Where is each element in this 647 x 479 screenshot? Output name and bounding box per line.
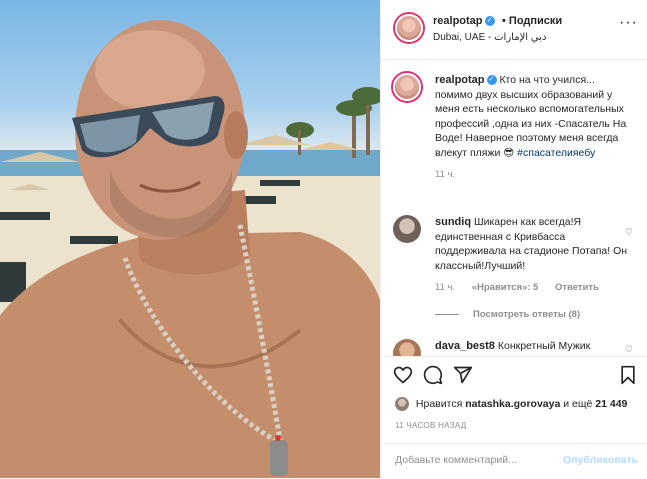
selfie-beach-image xyxy=(0,20,380,478)
view-replies-button[interactable]: Посмотреть ответы (8) xyxy=(435,309,580,320)
liker-avatar[interactable] xyxy=(395,397,409,411)
comment-text: Конкретный Мужик xyxy=(497,340,591,352)
author-username[interactable]: realpotap ✓ xyxy=(433,15,495,27)
follow-status[interactable]: • Подписки xyxy=(502,15,562,27)
commenter-avatar[interactable] xyxy=(393,215,421,243)
comments-list[interactable]: realpotap ✓ Кто на что учился... помимо д… xyxy=(381,61,647,356)
post-location[interactable]: Dubai, UAE - دبي الإمارات xyxy=(433,32,546,43)
comment-likes[interactable]: «Нравится»: 5 xyxy=(472,282,539,293)
post-side-panel: realpotap ✓ • Подписки Dubai, UAE - دبي ا… xyxy=(380,0,647,478)
comment-meta: 11 ч. «Нравится»: 5 Ответить xyxy=(435,281,633,296)
post-header: realpotap ✓ • Подписки Dubai, UAE - دبي ا… xyxy=(381,0,647,60)
commenter-username[interactable]: dava_best8 xyxy=(435,340,495,352)
instagram-post: realpotap ✓ • Подписки Dubai, UAE - دبي ا… xyxy=(0,0,647,478)
share-direct-icon[interactable] xyxy=(453,365,473,385)
like-comment-icon[interactable]: ♡ xyxy=(625,225,633,240)
more-options-icon[interactable]: ··· xyxy=(619,15,638,31)
likes-count[interactable]: 21 449 xyxy=(595,398,627,410)
reply-button[interactable]: Ответить xyxy=(555,282,599,293)
comment-time[interactable]: 11 ч. xyxy=(435,282,455,293)
comment-item: sundiq Шикарен как всегда!Я единственная… xyxy=(393,215,633,296)
author-avatar[interactable] xyxy=(395,14,423,42)
likes-prefix: Нравится xyxy=(415,397,463,410)
caption-username[interactable]: realpotap ✓ xyxy=(435,74,497,86)
caption-hashtag[interactable]: #спасателияебу xyxy=(517,147,595,159)
liker-username[interactable]: natashka.gorovaya xyxy=(465,398,560,410)
post-actions: Нравится natashka.gorovaya и ещё 21 449 … xyxy=(381,356,647,478)
post-time-ago[interactable]: 11 ЧАСОВ НАЗАД xyxy=(395,421,466,430)
caption-meta: 11 ч. xyxy=(435,168,633,183)
caption-avatar[interactable] xyxy=(393,73,421,101)
like-comment-icon[interactable]: ♡ xyxy=(625,342,633,356)
post-photo[interactable] xyxy=(0,0,380,478)
likes-suffix: и ещё xyxy=(563,397,593,410)
caption-time[interactable]: 11 ч. xyxy=(435,169,455,180)
verified-icon: ✓ xyxy=(486,75,497,86)
verified-icon: ✓ xyxy=(484,16,495,27)
add-comment-bar: Опубликовать xyxy=(381,443,647,479)
likes-summary: Нравится natashka.gorovaya и ещё 21 449 xyxy=(395,397,627,411)
comment-bubble-icon[interactable] xyxy=(423,365,443,385)
caption: realpotap ✓ Кто на что учился... помимо д… xyxy=(393,73,633,183)
commenter-username[interactable]: sundiq xyxy=(435,216,471,228)
save-bookmark-icon[interactable] xyxy=(618,365,638,385)
action-icons xyxy=(393,365,638,389)
publish-button[interactable]: Опубликовать xyxy=(563,454,638,466)
like-heart-icon[interactable] xyxy=(393,365,413,385)
comment-input[interactable] xyxy=(395,454,555,466)
comment-item: dava_best8 Конкретный Мужик ♡ xyxy=(393,339,633,356)
commenter-avatar[interactable] xyxy=(393,339,421,356)
